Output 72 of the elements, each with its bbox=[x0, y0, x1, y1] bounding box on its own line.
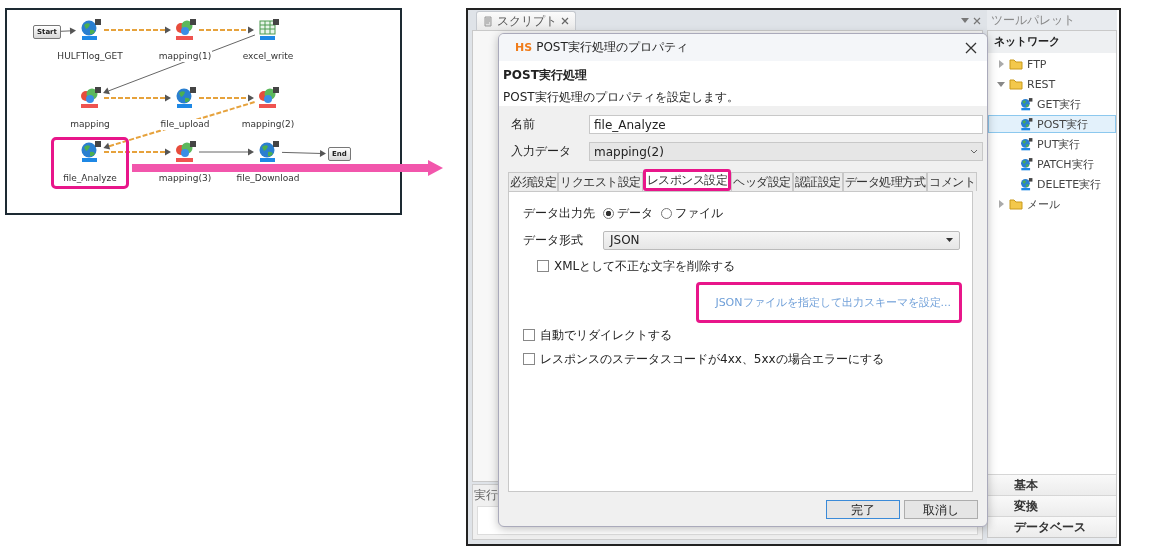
text-field[interactable]: file_Analyze bbox=[589, 115, 983, 134]
node-label: excel_write bbox=[241, 51, 295, 62]
category-item[interactable]: データベース bbox=[988, 516, 1116, 537]
field-label: データ出力先 bbox=[523, 204, 596, 222]
tree-item[interactable]: FTP bbox=[988, 55, 1116, 73]
tab[interactable]: 必須設定 bbox=[508, 172, 558, 191]
tab[interactable]: ヘッダ設定 bbox=[731, 172, 793, 191]
folder-icon bbox=[1009, 198, 1023, 210]
tree-item[interactable]: POST実行 bbox=[988, 115, 1116, 133]
close-icon bbox=[561, 17, 569, 25]
tree-item[interactable]: GET実行 bbox=[988, 95, 1116, 113]
folder-icon bbox=[1009, 78, 1023, 90]
checkbox-label: XMLとして不正な文字を削除する bbox=[554, 257, 736, 275]
category-item[interactable]: 基本 bbox=[988, 474, 1116, 495]
tab[interactable]: コメント bbox=[927, 172, 977, 191]
spreadsheet-icon bbox=[256, 19, 280, 41]
format-dropdown[interactable]: JSON bbox=[603, 230, 960, 250]
node-label: HULFTlog_GET bbox=[56, 51, 124, 62]
node-label: mapping bbox=[69, 119, 111, 130]
dialog-button[interactable]: 完了 bbox=[826, 499, 900, 519]
dialog-title: POST実行処理のプロパティ bbox=[536, 39, 688, 56]
section-header[interactable]: ネットワーク bbox=[988, 31, 1116, 53]
tree-item[interactable]: DELETE実行 bbox=[988, 175, 1116, 193]
dropdown-icon bbox=[961, 18, 969, 24]
tree-item[interactable]: PUT実行 bbox=[988, 135, 1116, 153]
script-icon bbox=[483, 15, 493, 27]
mapper-icon bbox=[173, 141, 197, 163]
dialog-button[interactable]: 取消し bbox=[904, 499, 978, 519]
node-label: mapping(2) bbox=[240, 119, 296, 130]
dropdown-field[interactable]: mapping(2) bbox=[589, 142, 983, 161]
tree-item[interactable]: メール bbox=[988, 195, 1116, 213]
mapper-icon bbox=[78, 87, 102, 109]
radio-label: ファイル bbox=[675, 204, 723, 222]
checkbox[interactable] bbox=[523, 329, 535, 341]
dialog-heading: POST実行処理 bbox=[503, 67, 588, 84]
radio-button[interactable] bbox=[661, 207, 672, 219]
globe-icon bbox=[1019, 97, 1033, 111]
close-icon bbox=[973, 17, 981, 25]
close-icon[interactable] bbox=[965, 41, 977, 54]
checkbox[interactable] bbox=[537, 260, 549, 272]
node-label: file_upload bbox=[159, 119, 211, 130]
radio-label: データ bbox=[617, 204, 653, 222]
globe-icon bbox=[1019, 117, 1033, 131]
chevron-down-icon bbox=[970, 149, 978, 154]
node-label: file_Analyze bbox=[62, 173, 118, 184]
category-item[interactable]: 変換 bbox=[988, 495, 1116, 516]
dialog-description: POST実行処理のプロパティを設定します。 bbox=[503, 89, 740, 106]
palette-title: ツールパレット bbox=[990, 12, 1076, 29]
dropdown-icon bbox=[946, 238, 953, 242]
mapper-icon bbox=[173, 19, 197, 41]
checkbox-label: レスポンスのステータスコードが4xx、5xxの場合エラーにする bbox=[540, 350, 884, 368]
mapper-icon bbox=[256, 87, 280, 109]
tab[interactable]: レスポンス設定 bbox=[642, 169, 731, 191]
tab[interactable]: リクエスト設定 bbox=[558, 172, 643, 191]
globe-icon bbox=[1019, 137, 1033, 151]
panel-tab[interactable]: 実行 bbox=[473, 485, 499, 506]
globe-icon bbox=[1019, 177, 1033, 191]
checkbox[interactable] bbox=[523, 353, 535, 365]
node-label: mapping(1) bbox=[157, 51, 213, 62]
globe-icon bbox=[1019, 157, 1033, 171]
editor-tab[interactable]: スクリプト bbox=[476, 11, 576, 30]
tab[interactable]: データ処理方式 bbox=[842, 172, 927, 191]
tree-item[interactable]: REST bbox=[988, 75, 1116, 93]
tab[interactable]: 認証設定 bbox=[792, 172, 843, 191]
field-label: 名前 bbox=[511, 116, 536, 133]
tree-item[interactable]: PATCH実行 bbox=[988, 155, 1116, 173]
folder-icon bbox=[1009, 58, 1023, 70]
checkbox-label: 自動でリダイレクトする bbox=[540, 326, 672, 344]
field-label: データ形式 bbox=[523, 231, 584, 249]
field-label: 入力データ bbox=[511, 143, 572, 160]
app-logo: HS bbox=[515, 41, 533, 54]
radio-button[interactable] bbox=[603, 207, 614, 219]
